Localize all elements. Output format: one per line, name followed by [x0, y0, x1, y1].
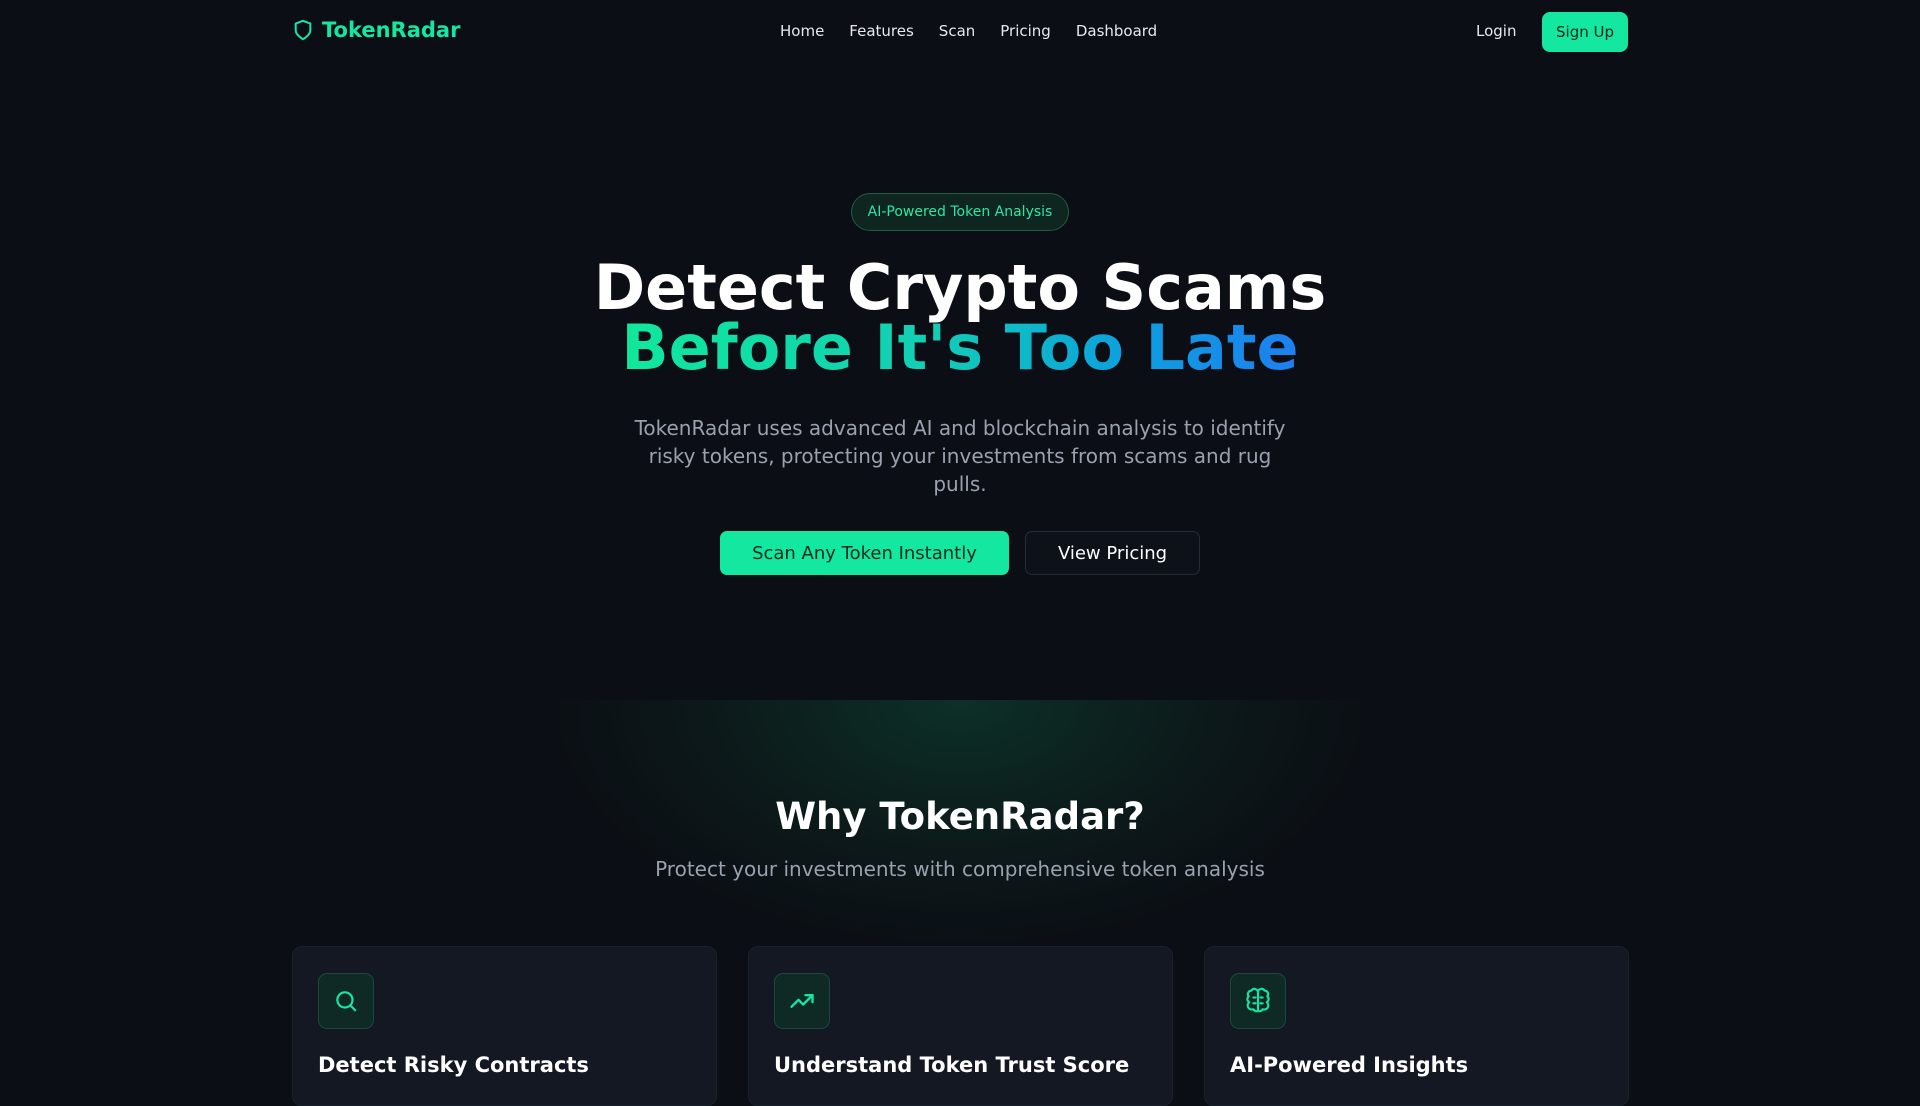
- search-icon: [318, 973, 374, 1029]
- brand-logo[interactable]: TokenRadar: [292, 18, 460, 42]
- hero-subtitle: TokenRadar uses advanced AI and blockcha…: [634, 416, 1286, 496]
- feature-card-title: Detect Risky Contracts: [318, 1053, 589, 1077]
- feature-card-title: AI-Powered Insights: [1230, 1053, 1469, 1077]
- nav-link-home[interactable]: Home: [780, 22, 824, 40]
- nav-link-dashboard[interactable]: Dashboard: [1076, 22, 1157, 40]
- features-title: Why TokenRadar?: [775, 795, 1145, 838]
- hero-title-line2: Before It's Too Late: [621, 311, 1299, 384]
- feature-card: AI-Powered Insights: [1204, 946, 1629, 1106]
- features-subtitle: Protect your investments with comprehens…: [655, 857, 1265, 881]
- nav-link-pricing[interactable]: Pricing: [1000, 22, 1051, 40]
- feature-card: Understand Token Trust Score: [748, 946, 1173, 1106]
- login-link[interactable]: Login: [1476, 22, 1516, 40]
- view-pricing-button[interactable]: View Pricing: [1025, 531, 1200, 575]
- top-navbar: TokenRadar Home Features Scan Pricing Da…: [0, 0, 1920, 64]
- brand-name: TokenRadar: [322, 18, 461, 42]
- feature-card-title: Understand Token Trust Score: [774, 1053, 1130, 1077]
- trending-up-icon: [774, 973, 830, 1029]
- nav-link-features[interactable]: Features: [849, 22, 914, 40]
- feature-card: Detect Risky Contracts: [292, 946, 717, 1106]
- signup-button[interactable]: Sign Up: [1542, 12, 1628, 52]
- nav-link-scan[interactable]: Scan: [939, 22, 975, 40]
- hero-badge: AI-Powered Token Analysis: [851, 193, 1069, 231]
- scan-token-button[interactable]: Scan Any Token Instantly: [720, 531, 1009, 575]
- nav-links: Home Features Scan Pricing Dashboard: [780, 22, 1157, 40]
- brain-icon: [1230, 973, 1286, 1029]
- hero-title: Detect Crypto Scams Before It's Too Late: [0, 251, 1920, 384]
- shield-icon: [292, 18, 314, 42]
- hero-title-line1: Detect Crypto Scams: [593, 251, 1327, 324]
